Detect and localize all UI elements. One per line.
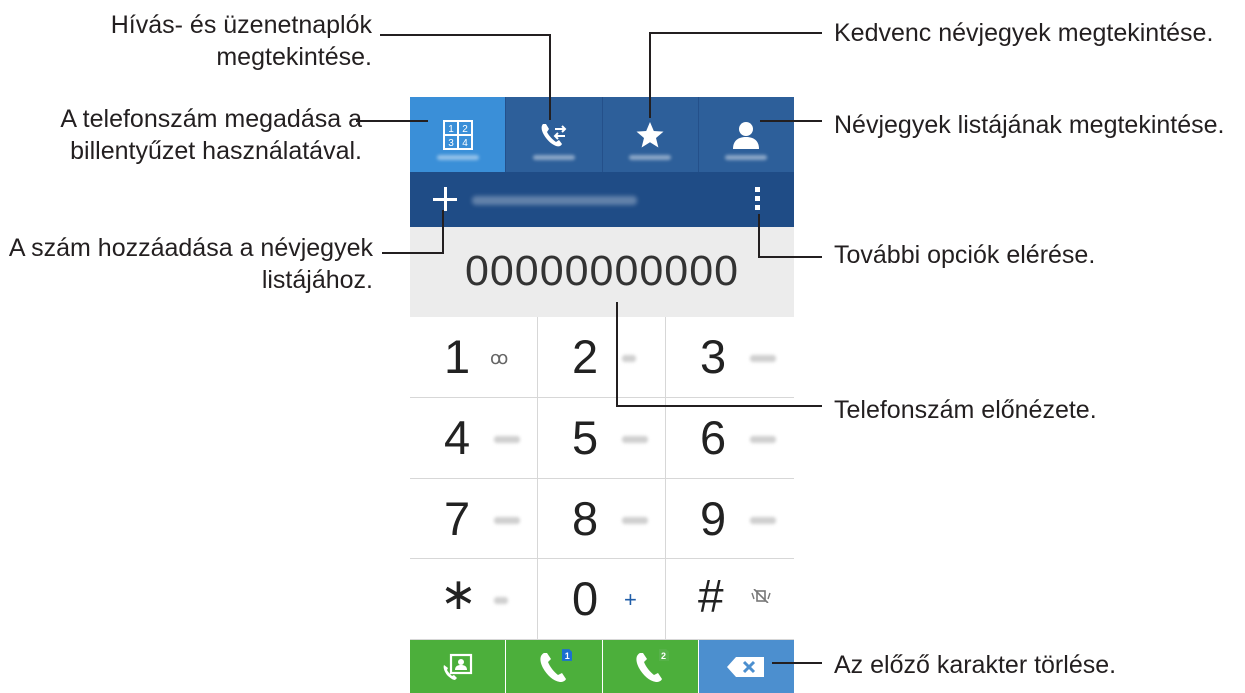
key-digit: 5 [572,410,599,464]
keypad-icon: 1 2 3 4 [442,119,473,150]
tab-label-blurred [436,155,479,160]
key-letters-blurred [750,435,776,443]
key-4[interactable]: 4 [410,397,538,479]
phone-number-preview: 00000000000 [464,247,740,295]
callout-more: További opciók elérése. [834,241,1096,269]
key-5[interactable]: 5 [538,397,666,479]
tab-label-blurred [725,155,768,160]
key-digit: 3 [700,330,727,383]
svg-text:4: 4 [462,138,468,149]
more-options-icon[interactable] [750,184,764,216]
tab-keypad[interactable]: 1 2 3 4 [410,97,507,172]
tab-label-blurred [532,155,575,160]
key-letters-blurred [750,355,776,362]
call-action-bar: 1 2 [410,640,794,693]
key-letters-blurred [494,516,520,524]
key-digit: 2 [572,330,599,383]
key-star[interactable]: ∗ [410,559,538,640]
call-sim1-button[interactable]: 1 [506,640,603,693]
callout-contacts: Névjegyek listájának megtekintése. [834,111,1225,139]
add-to-contacts-label-blurred [472,196,637,205]
key-digit: ∗ [440,570,477,620]
delete-button[interactable] [698,640,794,693]
key-letters-blurred [750,516,776,524]
callout-add-contact: A szám hozzáadása a névjegyek listájához… [8,234,373,294]
svg-text:1: 1 [448,124,454,135]
person-icon [733,121,760,149]
callout-favourites: Kedvenc névjegyek megtekintése. [834,19,1214,47]
callout-keypad: A telefonszám megadása a billentyűzet ha… [60,105,362,165]
callout-logs: Hívás- és üzenetnaplók megtekintése. [110,11,372,71]
add-to-contacts-icon[interactable] [430,184,460,214]
key-letters-blurred [494,597,508,605]
key-digit: 4 [444,410,471,464]
contact-card-call-icon [443,653,472,680]
key-9[interactable]: 9 [666,478,794,560]
tab-label-blurred [629,155,672,160]
svg-text:2: 2 [462,124,468,135]
voicemail-icon: ꝏ [490,348,509,368]
call-log-icon [541,123,567,146]
key-7[interactable]: 7 [410,478,538,560]
key-digit: # [698,570,724,623]
key-letters-blurred [494,435,520,443]
svg-text:3: 3 [448,138,454,149]
key-3[interactable]: 3 [666,317,794,398]
key-letters-blurred [622,516,648,524]
sim2-badge-label: 2 [660,651,666,661]
tab-logs[interactable] [506,97,603,172]
video-contact-button[interactable] [410,640,507,693]
key-digit: 6 [700,410,727,464]
tab-favourites[interactable] [603,97,699,172]
key-1[interactable]: 1 ꝏ [410,317,538,398]
tab-bar: 1 2 3 4 [410,97,794,172]
key-8[interactable]: 8 [538,478,666,560]
callout-delete: Az előző karakter törlése. [834,651,1117,679]
key-digit: 0 [572,572,599,626]
dialer-screen: 1 2 3 4 00000000000 1 ꝏ 2 3 4 5 6 7 8 9 … [410,97,794,693]
key-letters-blurred [622,435,648,443]
key-hash[interactable]: # [666,559,794,640]
number-display: 00000000000 [410,227,794,317]
vibrate-mute-icon [750,588,772,608]
callout-preview: Telefonszám előnézete. [834,396,1097,424]
key-letters-blurred [622,355,636,362]
key-digit: 1 [444,330,471,383]
key-0[interactable]: 0 + [538,559,666,640]
call-sim2-button[interactable]: 2 [602,640,699,693]
sim1-badge-label: 1 [564,651,570,661]
key-6[interactable]: 6 [666,397,794,479]
tab-contacts[interactable] [699,97,794,172]
key-2[interactable]: 2 [538,317,666,398]
key-digit: 8 [572,491,599,545]
plus-symbol: + [624,587,637,613]
key-digit: 9 [700,491,727,545]
key-digit: 7 [444,491,471,545]
number-action-bar [410,172,794,227]
backspace-icon [727,656,765,677]
star-icon [636,121,664,147]
dial-keypad: 1 ꝏ 2 3 4 5 6 7 8 9 ∗ 0 + # [410,317,794,640]
